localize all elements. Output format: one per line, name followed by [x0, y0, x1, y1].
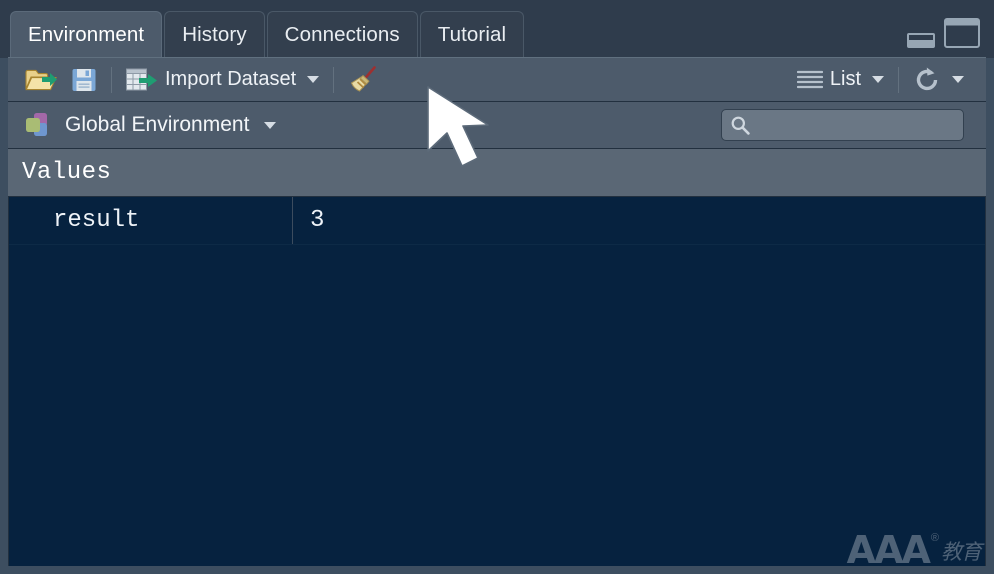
- environment-selector[interactable]: Global Environment: [8, 111, 277, 139]
- search-container: [721, 109, 964, 141]
- toolbar-left-group: Import Dataset: [8, 62, 384, 98]
- tab-environment[interactable]: Environment: [10, 11, 163, 58]
- toolbar-right-group: List: [791, 62, 986, 98]
- open-folder-icon: [25, 67, 59, 93]
- group-header-label: Values: [22, 159, 112, 186]
- tab-tutorial-label: Tutorial: [437, 23, 507, 46]
- environment-cubes-icon: [24, 111, 54, 139]
- environment-chevron-down-icon[interactable]: [264, 121, 277, 129]
- object-value: 3: [310, 207, 325, 234]
- toolbar-separator-3: [898, 66, 899, 93]
- tab-connections[interactable]: Connections: [266, 11, 418, 58]
- load-workspace-button[interactable]: [19, 62, 65, 98]
- environment-name-label: Global Environment: [65, 113, 250, 136]
- view-mode-label: List: [829, 68, 861, 90]
- search-icon: [730, 115, 750, 135]
- tab-strip: Environment History Connections Tutorial: [10, 11, 526, 58]
- view-mode-button[interactable]: List: [791, 62, 890, 98]
- import-dataset-button[interactable]: Import Dataset: [120, 62, 325, 98]
- object-name: result: [53, 207, 140, 234]
- refresh-chevron-down-icon[interactable]: [952, 76, 964, 83]
- toolbar-separator-2: [333, 66, 335, 93]
- search-box[interactable]: [721, 109, 964, 141]
- search-input[interactable]: [754, 116, 954, 134]
- import-dataset-label: Import Dataset: [165, 68, 297, 90]
- view-mode-chevron-down-icon[interactable]: [872, 76, 884, 83]
- list-lines-icon: [796, 69, 823, 91]
- environment-select-bar: Global Environment: [8, 102, 986, 149]
- chevron-down-icon[interactable]: [307, 76, 320, 83]
- refresh-button[interactable]: [907, 62, 970, 98]
- maximize-icon[interactable]: [944, 18, 980, 48]
- refresh-icon: [913, 66, 941, 94]
- clear-objects-button[interactable]: [342, 62, 384, 98]
- tab-history[interactable]: History: [164, 11, 265, 58]
- window-controls: [907, 18, 980, 48]
- floppy-save-icon: [71, 67, 97, 93]
- tab-history-label: History: [182, 23, 247, 46]
- tab-bar: Environment History Connections Tutorial: [0, 0, 994, 58]
- broom-icon: [348, 65, 378, 94]
- save-workspace-button[interactable]: [65, 62, 103, 98]
- tab-environment-label: Environment: [28, 23, 145, 46]
- rstudio-environment-pane: Environment History Connections Tutorial: [0, 0, 994, 574]
- minimize-icon[interactable]: [907, 33, 935, 48]
- environment-toolbar: Import Dataset List: [8, 57, 986, 102]
- tab-connections-label: Connections: [284, 23, 400, 46]
- tab-tutorial[interactable]: Tutorial: [419, 11, 525, 58]
- group-header-values: Values: [8, 149, 986, 197]
- table-row[interactable]: result 3: [9, 197, 985, 245]
- table-import-icon: [126, 68, 158, 92]
- environment-object-list: result 3: [8, 197, 986, 566]
- toolbar-separator-1: [111, 66, 112, 93]
